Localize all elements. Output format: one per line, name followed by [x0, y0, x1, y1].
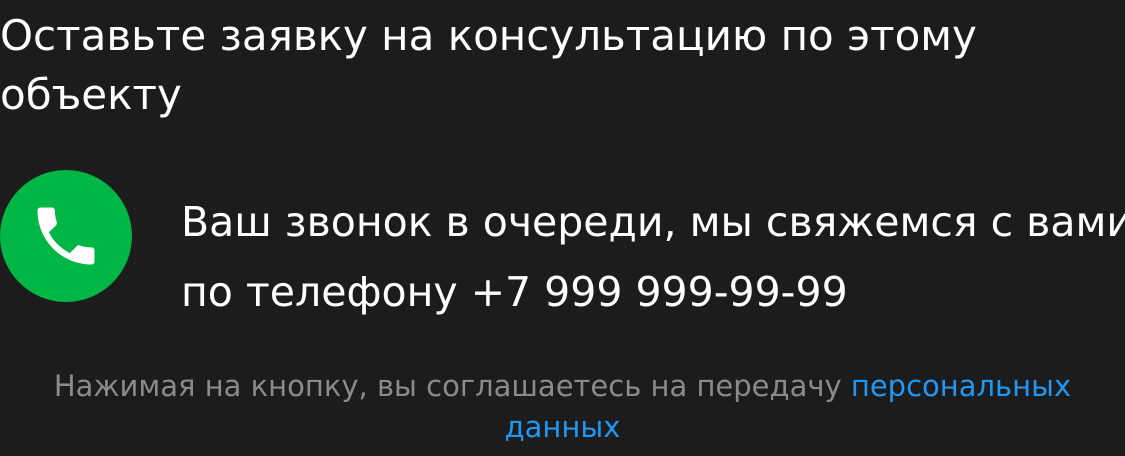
consent-note: Нажимая на кнопку, вы соглашаетесь на пе… — [0, 366, 1125, 448]
phone-call-badge — [0, 170, 132, 302]
call-status-line: Ваш звонок в очереди, мы свяжемся с вами — [181, 198, 1125, 246]
call-status-message: Ваш звонок в очереди, мы свяжемся с вами… — [181, 187, 1125, 327]
form-title: Оставьте заявку на консультацию по этому… — [0, 11, 977, 119]
phone-icon — [37, 207, 95, 265]
consent-text: Нажимая на кнопку, вы соглашаетесь на пе… — [53, 369, 851, 403]
phone-number-line: по телефону +7 999 999-99-99 — [181, 268, 848, 316]
